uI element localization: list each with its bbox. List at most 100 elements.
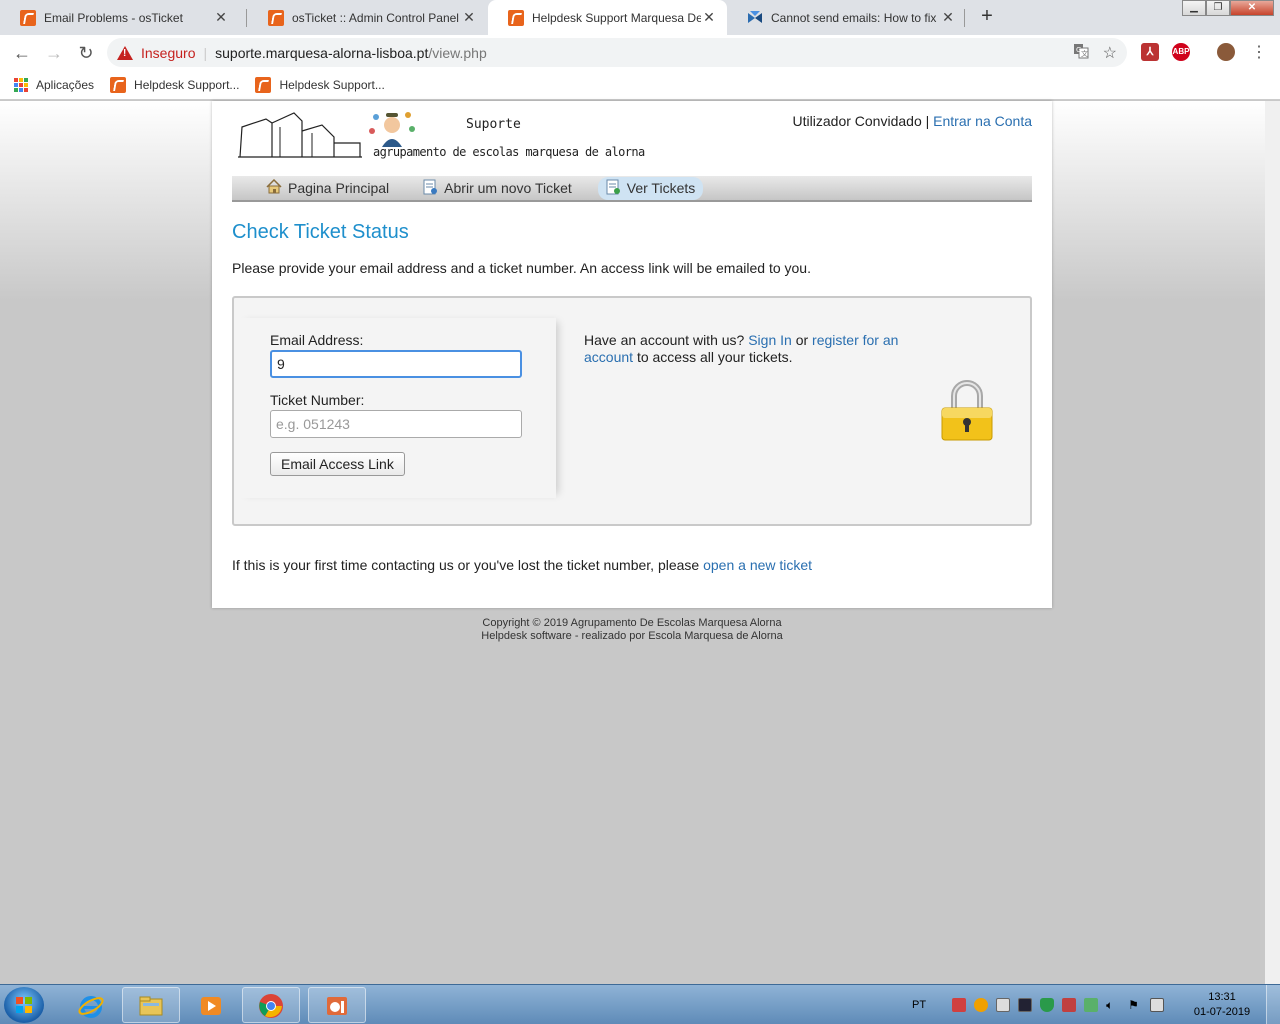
internet-explorer-icon [78,996,104,1018]
page-viewport: Suporte agrupamento de escolas marquesa … [0,101,1280,984]
office-icon[interactable] [952,998,967,1012]
bookmark-label: Aplicações [36,77,95,92]
user-status: Utilizador Convidado | Entrar na Conta [793,113,1032,129]
language-indicator[interactable]: PT [912,999,926,1011]
email-field[interactable] [270,350,522,378]
bookmark-helpdesk-1[interactable]: Helpdesk Support... [110,76,239,93]
clock-date: 01-07-2019 [1193,1006,1251,1018]
bookmark-label: Helpdesk Support... [279,77,385,92]
credit-text: Helpdesk software - realizado por Escola… [481,630,783,642]
tab-title: Helpdesk Support Marquesa De [532,10,701,25]
chrome-icon [259,994,283,1018]
nav-new-ticket[interactable]: Abrir um novo Ticket [415,177,580,200]
sign-in-link[interactable]: Sign In [748,332,792,348]
nav-home[interactable]: Pagina Principal [258,177,397,199]
media-player-icon [201,997,221,1015]
shield-icon[interactable] [1040,998,1055,1012]
adblock-plus-icon[interactable]: ABP [1172,43,1190,61]
start-button[interactable] [4,987,44,1023]
nav-view-tickets[interactable]: Ver Tickets [597,176,704,200]
tab-title: Email Problems - osTicket [44,10,183,25]
account-text-after: to access all your tickets. [636,349,793,365]
tab-strip: Email Problems - osTicket ✕ osTicket :: … [0,0,1280,35]
restore-button[interactable]: ❐ [1206,0,1230,16]
folder-icon [139,996,163,1016]
first-time-text: If this is your first time contacting us… [232,557,700,573]
security-status[interactable]: Inseguro [141,45,195,61]
page-title: Check Ticket Status [232,221,409,243]
page-scrollbar[interactable] [1265,101,1280,984]
taskbar-internet-explorer[interactable] [62,987,120,1023]
access-form: Email Address: Ticket Number: Email Acce… [236,318,556,498]
forward-arrow-icon[interactable]: → [41,40,67,66]
login-link[interactable]: Entrar na Conta [933,113,1032,129]
minimize-button[interactable]: ▁ [1182,0,1206,16]
osticket-icon [20,9,36,26]
close-icon[interactable]: ✕ [940,9,956,26]
show-desktop-button[interactable] [1266,985,1280,1024]
pdf-extension-icon[interactable]: ⅄ [1141,43,1159,61]
tab-title: osTicket :: Admin Control Panel [292,10,459,25]
volume-icon[interactable]: 🔈︎ [1106,998,1120,1012]
open-new-ticket-link[interactable]: open a new ticket [703,557,812,573]
tab-email-problems[interactable]: Email Problems - osTicket ✕ [0,0,239,35]
url-host: suporte.marquesa-alorna-lisboa.pt [215,44,429,61]
menu-dots-icon[interactable]: ⋮ [1246,40,1272,66]
bookmark-apps[interactable]: Aplicações [14,77,95,92]
nav-label: Pagina Principal [288,180,390,196]
profile-avatar[interactable] [1217,43,1235,61]
site-logo[interactable]: Suporte agrupamento de escolas marquesa … [236,107,645,169]
ticket-number-label: Ticket Number: [270,392,365,408]
tab-separator [246,9,247,27]
svg-text:文: 文 [1081,49,1088,58]
osticket-icon [110,76,127,93]
check-status-panel: Email Address: Ticket Number: Email Acce… [232,296,1032,526]
first-time-notice: If this is your first time contacting us… [232,557,812,573]
close-icon[interactable]: ✕ [461,9,477,26]
account-or: or [795,332,809,348]
osticket-icon [508,9,524,26]
bookmark-helpdesk-2[interactable]: Helpdesk Support... [255,76,385,93]
clock-time: 13:31 [1208,991,1236,1003]
ticket-number-field[interactable] [270,410,522,438]
taskbar-chrome[interactable] [242,987,300,1023]
bookmark-star-icon[interactable]: ☆ [1103,43,1117,64]
taskbar-media-player[interactable] [182,987,240,1023]
padlock-icon [940,378,994,444]
home-icon [266,178,282,197]
taskbar-file-explorer[interactable] [122,987,180,1023]
update-icon[interactable] [974,998,989,1012]
logo-subtitle: agrupamento de escolas marquesa de alorn… [373,145,645,159]
email-access-link-button[interactable]: Email Access Link [270,452,405,476]
back-arrow-icon[interactable]: ← [9,40,35,66]
reload-icon[interactable]: ↻ [73,40,99,66]
intro-text: Please provide your email address and a … [232,260,811,276]
tab-separator [964,9,965,27]
action-center-flag-icon[interactable]: ⚑ [1128,998,1142,1012]
apps-grid-icon [14,77,28,92]
account-text-before: Have an account with us? [584,332,745,348]
taskbar-clock[interactable]: 13:31 01-07-2019 [1190,990,1254,1020]
tab-cannot-send-emails[interactable]: Cannot send emails: How to fix e ✕ [727,0,966,35]
presentation-icon [327,997,347,1015]
taskbar-presentation-app[interactable] [308,987,366,1023]
display-icon[interactable] [1018,998,1033,1012]
url-path: /view.php [428,44,487,61]
warning-icon [117,45,133,60]
address-bar[interactable]: Inseguro | suporte.marquesa-alorna-lisbo… [107,38,1127,67]
network-icon[interactable] [1150,998,1165,1012]
tab-helpdesk-support[interactable]: Helpdesk Support Marquesa De ✕ [488,0,727,35]
speaker-alert-icon[interactable] [1062,998,1077,1012]
osticket-icon [255,76,272,93]
close-icon[interactable]: ✕ [213,9,229,26]
view-tickets-icon [606,179,621,198]
close-icon[interactable]: ✕ [701,9,717,26]
sync-icon[interactable] [1084,998,1099,1012]
nav-label: Ver Tickets [626,180,696,196]
translate-icon[interactable]: G文 [1073,43,1089,64]
main-nav: Pagina Principal Abrir um novo Ticket Ve… [232,176,1032,202]
window-close-button[interactable]: ✕ [1230,0,1274,16]
usb-icon[interactable] [996,998,1011,1012]
new-tab-button[interactable]: + [976,5,998,27]
tab-admin-control-panel[interactable]: osTicket :: Admin Control Panel ✕ [248,0,487,35]
